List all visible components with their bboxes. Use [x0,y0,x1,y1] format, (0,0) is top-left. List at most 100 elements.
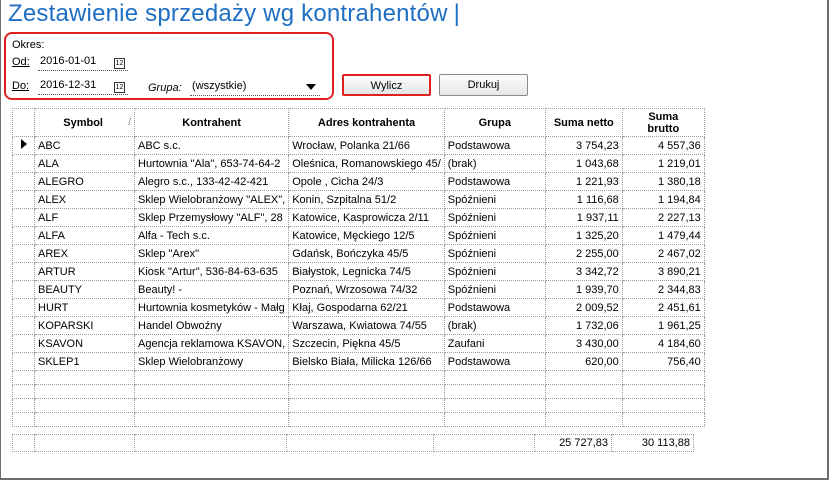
cell-net[interactable]: 1 939,70 [544,280,623,299]
cell-address[interactable]: Wrocław, Polanka 21/66 [288,136,445,155]
cell-contractor[interactable]: Hurtownia "Ala", 653-74-64-2 [133,154,290,173]
cell-gross[interactable]: 1 219,01 [621,154,705,173]
table-row[interactable]: BEAUTY Beauty! - Poznań, Wrzosowa 74/32 Spó… [12,280,705,299]
column-header-net[interactable]: Suma netto [544,108,623,137]
cell-net[interactable]: 3 754,23 [544,136,623,155]
cell-net[interactable]: 1 325,20 [544,226,623,245]
table-row[interactable]: ARTUR Kiosk "Artur", 536-84-63-635 Białyst… [12,262,705,281]
table-row[interactable]: ALA Hurtownia "Ala", 653-74-64-2 Oleśnica,… [12,154,705,173]
cell-net[interactable]: 1 116,68 [544,190,623,209]
cell-address[interactable]: Oleśnica, Romanowskiego 45/ [288,154,445,173]
cell-contractor[interactable]: Handel Obwoźny [133,316,290,335]
column-header-address[interactable]: Adres kontrahenta [288,108,445,137]
cell-gross[interactable]: 4 184,60 [621,334,705,353]
cell-contractor[interactable]: Hurtownia kosmetyków - Małg [133,298,290,317]
cell-group[interactable]: Podstawowa [443,352,546,371]
table-row[interactable]: AREX Sklep "Arex" Gdańsk, Bończyka 45/5 Spó… [12,244,705,263]
cell-symbol[interactable]: SKLEP1 [34,352,135,371]
cell-address[interactable]: Kłaj, Gospodarna 62/21 [288,298,445,317]
cell-group[interactable]: Zaufani [443,334,546,353]
cell-address[interactable]: Szczecin, Piękna 45/5 [288,334,445,353]
column-header-contractor[interactable]: Kontrahent [133,108,290,137]
table-row[interactable]: KSAVON Agencja reklamowa KSAVON, Szczecin,… [12,334,705,353]
cell-contractor[interactable]: Alfa - Tech s.c. [133,226,290,245]
cell-net[interactable]: 3 342,72 [544,262,623,281]
table-row[interactable]: ALEGRO Alegro s.c., 133-42-42-421 Opole , … [12,172,705,191]
date-to-calendar-icon[interactable]: 12 [114,82,125,93]
cell-gross[interactable]: 1 479,44 [621,226,705,245]
cell-contractor[interactable]: Sklep Wielobranżowy "ALEX", [133,190,290,209]
cell-gross[interactable]: 756,40 [621,352,705,371]
table-row[interactable]: ALEX Sklep Wielobranżowy "ALEX", Konin, Sz… [12,190,705,209]
cell-contractor[interactable]: Kiosk "Artur", 536-84-63-635 [133,262,290,281]
table-row[interactable]: ABC ABC s.c. Wrocław, Polanka 21/66 Podstaw… [12,136,705,155]
cell-address[interactable]: Białystok, Legnicka 74/5 [288,262,445,281]
cell-address[interactable]: Gdańsk, Bończyka 45/5 [288,244,445,263]
print-button[interactable]: Drukuj [439,74,528,96]
calculate-button[interactable]: Wylicz [342,74,431,96]
cell-symbol[interactable]: ABC [34,136,135,155]
cell-contractor[interactable]: Beauty! - [133,280,290,299]
cell-net[interactable]: 3 430,00 [544,334,623,353]
table-row[interactable]: SKLEP1 Sklep Wielobranżowy Bielsko Biała, … [12,352,705,371]
table-row[interactable]: ALFA Alfa - Tech s.c. Katowice, Męckiego 1… [12,226,705,245]
cell-group[interactable]: Spóźnieni [443,244,546,263]
group-select[interactable]: (wszystkie) [190,78,320,96]
cell-address[interactable]: Konin, Szpitalna 51/2 [288,190,445,209]
cell-contractor[interactable]: Sklep Przemysłowy "ALF", 28 [133,208,290,227]
cell-symbol[interactable]: BEAUTY [34,280,135,299]
cell-symbol[interactable]: ALA [34,154,135,173]
cell-group[interactable]: Spóźnieni [443,208,546,227]
cell-gross[interactable]: 1 961,25 [621,316,705,335]
cell-net[interactable]: 1 043,68 [544,154,623,173]
cell-contractor[interactable]: Sklep Wielobranżowy [133,352,290,371]
date-from-calendar-icon[interactable]: 12 [114,58,125,69]
cell-group[interactable]: Spóźnieni [443,262,546,281]
cell-gross[interactable]: 2 451,61 [621,298,705,317]
cell-symbol[interactable]: ALEX [34,190,135,209]
chevron-down-icon[interactable] [306,84,316,90]
cell-address[interactable]: Poznań, Wrzosowa 74/32 [288,280,445,299]
cell-net[interactable]: 1 732,06 [544,316,623,335]
cell-symbol[interactable]: ALEGRO [34,172,135,191]
cell-contractor[interactable]: Alegro s.c., 133-42-42-421 [133,172,290,191]
cell-net[interactable]: 2 009,52 [544,298,623,317]
table-row[interactable]: HURT Hurtownia kosmetyków - Małg Kłaj, Gos… [12,298,705,317]
cell-symbol[interactable]: ARTUR [34,262,135,281]
cell-group[interactable]: Podstawowa [443,136,546,155]
cell-gross[interactable]: 1 380,18 [621,172,705,191]
cell-symbol[interactable]: AREX [34,244,135,263]
cell-symbol[interactable]: KOPARSKI [34,316,135,335]
cell-gross[interactable]: 2 467,02 [621,244,705,263]
cell-net[interactable]: 2 255,00 [544,244,623,263]
cell-gross[interactable]: 4 557,36 [621,136,705,155]
cell-contractor[interactable]: Sklep "Arex" [133,244,290,263]
cell-group[interactable]: Spóźnieni [443,190,546,209]
cell-gross[interactable]: 2 344,83 [621,280,705,299]
cell-address[interactable]: Katowice, Kasprowicza 2/11 [288,208,445,227]
cell-address[interactable]: Warszawa, Kwiatowa 74/55 [288,316,445,335]
column-header-gross[interactable]: Suma brutto [621,108,705,137]
cell-group[interactable]: (brak) [443,316,546,335]
cell-group[interactable]: Spóźnieni [443,280,546,299]
cell-group[interactable]: (brak) [443,154,546,173]
cell-net[interactable]: 1 221,93 [544,172,623,191]
cell-net[interactable]: 1 937,11 [544,208,623,227]
table-row[interactable]: ALF Sklep Przemysłowy "ALF", 28 Katowice, … [12,208,705,227]
cell-address[interactable]: Katowice, Męckiego 12/5 [288,226,445,245]
table-row[interactable]: KOPARSKI Handel Obwoźny Warszawa, Kwiatowa… [12,316,705,335]
cell-address[interactable]: Opole , Cicha 24/3 [288,172,445,191]
cell-gross[interactable]: 3 890,21 [621,262,705,281]
cell-address[interactable]: Bielsko Biała, Milicka 126/66 [288,352,445,371]
column-header-group[interactable]: Grupa [443,108,546,137]
cell-symbol[interactable]: ALF [34,208,135,227]
cell-group[interactable]: Podstawowa [443,298,546,317]
cell-symbol[interactable]: KSAVON [34,334,135,353]
cell-symbol[interactable]: ALFA [34,226,135,245]
cell-group[interactable]: Spóźnieni [443,226,546,245]
column-header-symbol[interactable]: Symbol / [34,108,135,137]
cell-gross[interactable]: 2 227,13 [621,208,705,227]
cell-group[interactable]: Podstawowa [443,172,546,191]
cell-gross[interactable]: 1 194,84 [621,190,705,209]
cell-net[interactable]: 620,00 [544,352,623,371]
